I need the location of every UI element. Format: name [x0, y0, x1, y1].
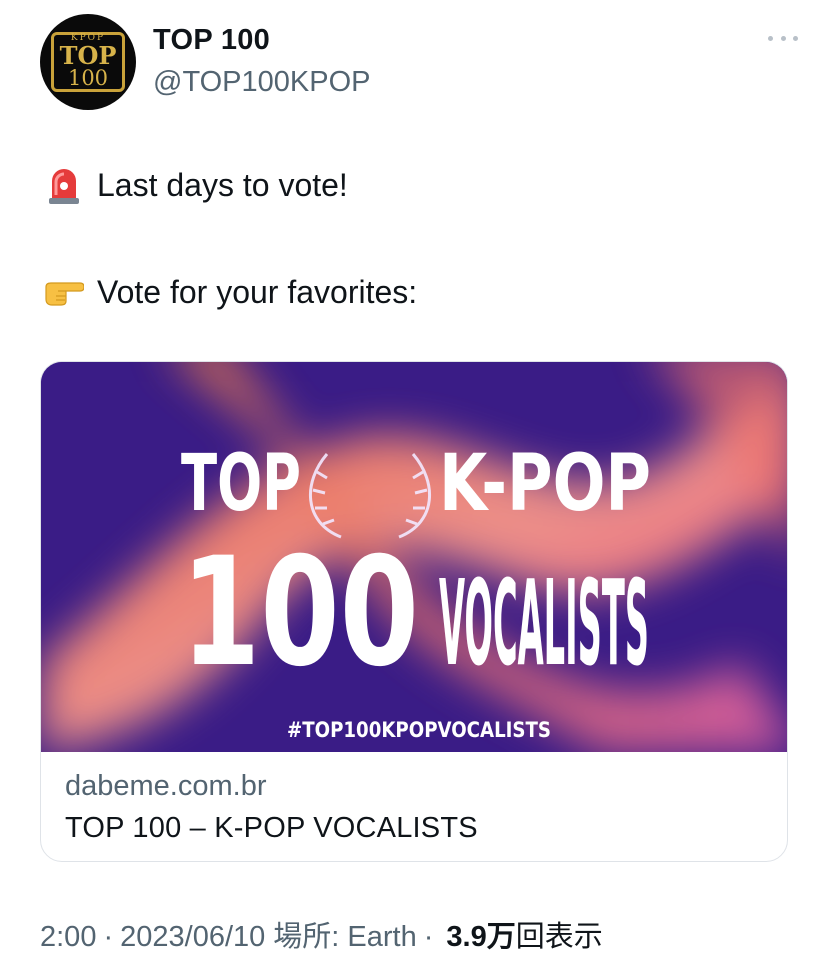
views-count[interactable]: 3.9: [446, 921, 486, 954]
avatar-logo-line3: 100: [67, 65, 109, 90]
card-domain: dabeme.com.br: [65, 770, 267, 802]
rotating-light-icon: [44, 165, 84, 205]
tweet-text-vote: Vote for your favorites:: [97, 273, 418, 310]
tweet-text-line-2: Vote for your favorites:: [44, 272, 417, 312]
card-image-kpop: K-POP: [439, 439, 651, 529]
avatar-logo-line2: TOP: [59, 40, 117, 70]
card-image[interactable]: TOP 100 K-POP VOCALISTS #TOP100KPOPVOCAL…: [41, 362, 787, 752]
views-unit: 万: [486, 921, 516, 953]
card-image-number: 100: [181, 526, 419, 700]
card-image-top-word: TOP: [181, 439, 301, 529]
tweet-text-last-days: Last days to vote!: [97, 166, 348, 203]
tweet-header: KPOP TOP 100 TOP 100 @TOP100KPOP: [40, 14, 800, 114]
tweet-metadata: 2:00 · 2023/06/10 場所: Earth · 3.9 万 回表示: [40, 913, 603, 955]
views-label: 回表示: [515, 921, 603, 953]
avatar[interactable]: KPOP TOP 100: [40, 14, 136, 110]
more-options-icon[interactable]: [768, 28, 798, 48]
card-title: TOP 100 – K-POP VOCALISTS: [65, 812, 478, 844]
tweet-location: 場所: Earth: [273, 921, 417, 953]
tweet-text-line-1: Last days to vote!: [44, 165, 348, 205]
tweet-date[interactable]: 2023/06/10: [120, 921, 265, 954]
display-name[interactable]: TOP 100: [153, 24, 270, 57]
card-image-hashtag: #TOP100KPOPVOCALISTS: [287, 718, 551, 742]
card-image-vocalists: VOCALISTS: [439, 554, 649, 692]
separator-dot: ·: [103, 921, 114, 953]
user-handle[interactable]: @TOP100KPOP: [153, 66, 371, 99]
separator-dot: ·: [423, 921, 434, 953]
link-card[interactable]: TOP 100 K-POP VOCALISTS #TOP100KPOPVOCAL…: [40, 361, 788, 862]
tweet-time[interactable]: 2:00: [40, 921, 96, 954]
pointing-right-icon: [44, 272, 84, 312]
card-meta: dabeme.com.br TOP 100 – K-POP VOCALISTS: [65, 770, 478, 845]
avatar-logo: KPOP TOP 100: [51, 32, 125, 92]
